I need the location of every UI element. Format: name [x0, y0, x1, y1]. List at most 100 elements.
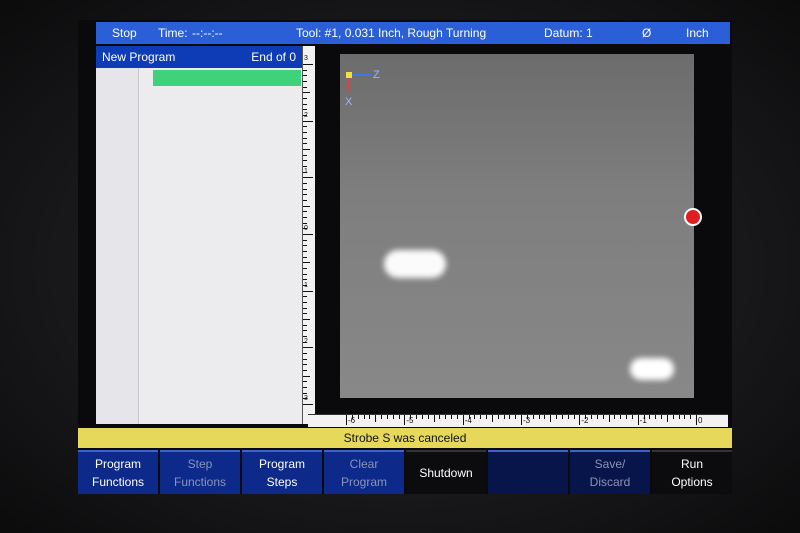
- save-discard-button[interactable]: Save/ Discard: [570, 450, 650, 494]
- shutdown-button[interactable]: Shutdown: [406, 450, 486, 494]
- softkey-label-line2: Discard: [589, 475, 631, 489]
- vertical-ruler-label: 2: [304, 111, 308, 119]
- ruler-tick: [303, 404, 313, 405]
- x-axis-arrow-icon: [348, 76, 350, 92]
- program-list[interactable]: [96, 68, 302, 424]
- ruler-tick: [303, 205, 310, 207]
- horizontal-ruler-label: -3: [523, 416, 531, 425]
- run-options-button[interactable]: Run Options: [652, 450, 732, 494]
- ruler-tick: [303, 98, 307, 99]
- units-label: Inch: [686, 26, 709, 40]
- empty-softkey[interactable]: [488, 450, 568, 494]
- ruler-tick: [303, 234, 313, 235]
- ruler-tick: [509, 415, 511, 419]
- ruler-tick: [303, 370, 307, 371]
- clear-program-button[interactable]: Clear Program: [324, 450, 404, 494]
- ruler-tick: [303, 353, 307, 354]
- ruler-tick: [303, 103, 307, 105]
- ruler-tick: [532, 415, 534, 419]
- ruler-tick: [303, 143, 307, 145]
- softkey-label-line1: Step: [187, 457, 213, 471]
- ruler-tick: [655, 415, 657, 419]
- toolpath-plot[interactable]: [340, 54, 694, 398]
- softkey-label-line1: Program: [258, 457, 305, 471]
- vertical-ruler-label: 3: [304, 395, 308, 402]
- ruler-tick: [303, 137, 307, 139]
- ruler-tick: [303, 347, 313, 349]
- ruler-tick: [303, 245, 307, 247]
- time-value: --:--:--: [192, 26, 223, 40]
- ruler-tick: [303, 200, 307, 201]
- ruler-tick: [303, 279, 307, 281]
- ruler-tick: [303, 92, 310, 94]
- axis-z-label: Z: [373, 69, 380, 81]
- ruler-tick: [445, 415, 447, 419]
- ruler-tick: [421, 415, 423, 419]
- ruler-tick: [303, 217, 307, 218]
- program-steps-button[interactable]: Program Steps: [242, 450, 322, 494]
- softkey-label-line1: Shutdown: [419, 466, 473, 480]
- ruler-tick: [303, 132, 307, 133]
- ruler-tick: [303, 307, 307, 309]
- status-bar: Stop Time: --:--:-- Tool: #1, 0.031 Inch…: [96, 22, 730, 44]
- ruler-tick: [303, 290, 313, 292]
- vertical-ruler-label: 1: [304, 281, 308, 289]
- horizontal-ruler: -6 -5 -4 -3 -2 -1 0: [308, 414, 728, 427]
- ruler-tick: [303, 154, 307, 156]
- screen-glare: [630, 358, 674, 380]
- vertical-ruler-label: 2: [304, 338, 308, 346]
- ruler-tick: [303, 222, 307, 224]
- ruler-tick: [363, 415, 365, 419]
- ruler-tick: [303, 149, 310, 150]
- ruler-tick: [303, 256, 307, 258]
- ruler-tick: [303, 160, 307, 162]
- ruler-tick: [303, 273, 307, 275]
- ruler-tick: [357, 415, 359, 419]
- ruler-tick: [544, 415, 546, 419]
- ruler-tick: [303, 188, 307, 190]
- ruler-tick: [696, 415, 697, 425]
- origin-marker-icon: [346, 72, 352, 78]
- program-functions-button[interactable]: Program Functions: [78, 450, 158, 494]
- ruler-tick: [303, 120, 313, 122]
- ruler-tick: [561, 415, 563, 419]
- softkey-label-line2: Functions: [173, 475, 227, 489]
- ruler-tick: [303, 319, 310, 320]
- ruler-tick: [416, 415, 417, 419]
- ruler-tick: [666, 415, 668, 422]
- horizontal-ruler-label: -1: [639, 416, 647, 425]
- ruler-tick: [573, 415, 575, 419]
- ruler-tick: [486, 415, 487, 419]
- softkey-label-line2: Steps: [266, 475, 298, 489]
- ruler-tick: [303, 75, 307, 77]
- ruler-tick: [303, 330, 307, 332]
- ruler-tick: [684, 415, 686, 419]
- ruler-tick: [637, 415, 639, 425]
- machine-state: Stop: [112, 26, 137, 40]
- ruler-tick: [303, 81, 307, 82]
- horizontal-ruler-label: -6: [348, 416, 356, 425]
- current-step-highlight[interactable]: [153, 70, 301, 86]
- tool-info: Tool: #1, 0.031 Inch, Rough Turning: [296, 26, 487, 40]
- ruler-tick: [303, 324, 307, 326]
- ruler-tick: [672, 415, 674, 419]
- ruler-tick: [608, 415, 610, 422]
- ruler-tick: [491, 415, 493, 422]
- screen-glare: [384, 250, 446, 278]
- ruler-tick: [303, 262, 310, 264]
- ruler-tick: [303, 239, 307, 241]
- ruler-tick: [303, 313, 307, 315]
- ruler-tick: [521, 415, 522, 425]
- ruler-tick: [515, 415, 517, 419]
- ruler-tick: [620, 415, 622, 419]
- ruler-tick: [381, 415, 382, 419]
- step-functions-button[interactable]: Step Functions: [160, 450, 240, 494]
- tool-position-icon: [684, 208, 702, 226]
- ruler-tick: [649, 415, 651, 419]
- horizontal-ruler-label: -5: [406, 416, 414, 425]
- ruler-tick: [631, 415, 633, 419]
- vertical-ruler-label: 0: [304, 225, 308, 232]
- ruler-tick: [303, 364, 307, 366]
- ruler-tick: [303, 375, 310, 377]
- ruler-tick: [591, 415, 592, 419]
